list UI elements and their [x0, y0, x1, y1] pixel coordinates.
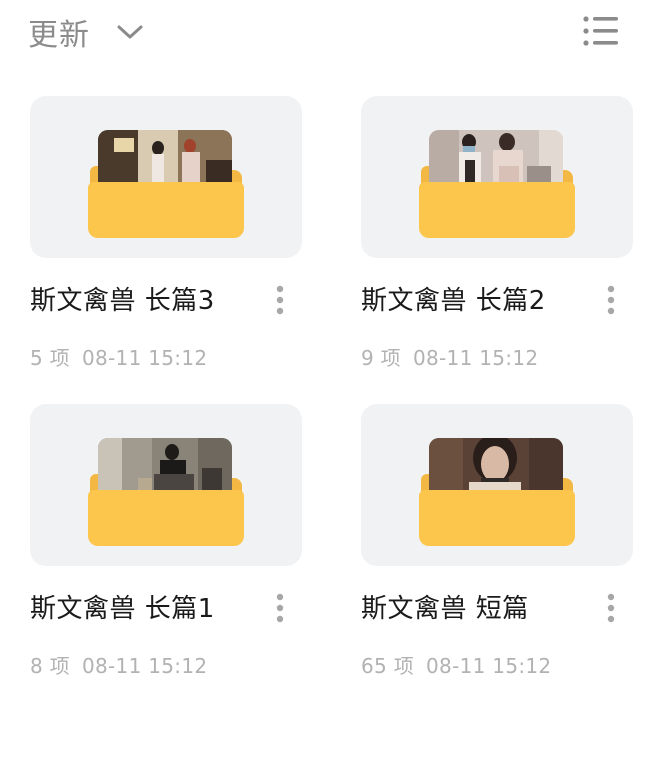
- more-vertical-icon[interactable]: [599, 282, 623, 318]
- folder-icon: [88, 434, 244, 546]
- modified-date: 08-11 15:12: [81, 654, 208, 678]
- folder-icon: [88, 126, 244, 238]
- folder-icon: [419, 126, 575, 238]
- folder-name: 斯文禽兽 短篇: [361, 594, 529, 624]
- modified-date: 08-11 15:12: [426, 654, 552, 678]
- folder-meta: 9 项 08-11 15:12: [361, 342, 538, 371]
- item-count: 5 项: [30, 346, 70, 370]
- folder-grid: 斯文禽兽 长篇3 5 项 08-11 15:12 斯文禽兽 长篇2 9 项 08…: [0, 0, 662, 768]
- folder-preview-photo: [98, 438, 232, 492]
- folder-thumbnail[interactable]: [361, 96, 633, 258]
- more-vertical-icon[interactable]: [268, 282, 292, 318]
- folder-card[interactable]: 斯文禽兽 长篇3 5 项 08-11 15:12: [30, 96, 332, 396]
- modified-date: 08-11 15:12: [412, 346, 539, 370]
- folder-icon: [419, 434, 575, 546]
- item-count: 8 项: [30, 654, 70, 678]
- folder-name: 斯文禽兽 长篇2: [361, 286, 546, 316]
- folder-meta: 65 项 08-11 15:12: [361, 650, 551, 679]
- folder-name: 斯文禽兽 长篇3: [30, 286, 215, 316]
- more-vertical-icon[interactable]: [599, 590, 623, 626]
- folder-card[interactable]: 斯文禽兽 长篇1 8 项 08-11 15:12: [30, 404, 332, 704]
- folder-thumbnail[interactable]: [30, 404, 302, 566]
- folder-preview-photo: [98, 130, 232, 184]
- folder-meta: 5 项 08-11 15:12: [30, 342, 207, 371]
- folder-thumbnail[interactable]: [361, 404, 633, 566]
- folder-card[interactable]: 斯文禽兽 长篇2 9 项 08-11 15:12: [361, 96, 662, 396]
- folder-preview-photo: [429, 130, 563, 184]
- folder-preview-photo: [429, 438, 563, 492]
- folder-meta: 8 项 08-11 15:12: [30, 650, 207, 679]
- folder-name: 斯文禽兽 长篇1: [30, 594, 215, 624]
- item-count: 9 项: [361, 346, 401, 370]
- more-vertical-icon[interactable]: [268, 590, 292, 626]
- folder-thumbnail[interactable]: [30, 96, 302, 258]
- folder-card[interactable]: 斯文禽兽 短篇 65 项 08-11 15:12: [361, 404, 662, 704]
- item-count: 65 项: [361, 654, 415, 678]
- modified-date: 08-11 15:12: [81, 346, 208, 370]
